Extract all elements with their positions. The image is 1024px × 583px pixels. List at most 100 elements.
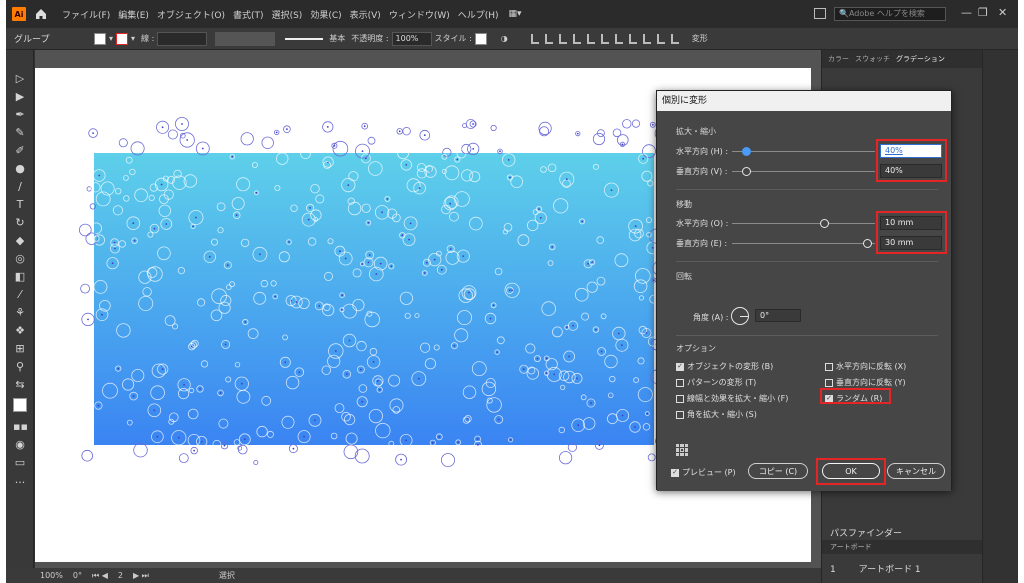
bubble[interactable]: [256, 425, 268, 438]
rotate-tool-icon[interactable]: ↻: [13, 216, 27, 230]
gradient-tool-icon[interactable]: ◧: [13, 270, 27, 284]
bubble[interactable]: [310, 209, 322, 221]
option-scale-strokes[interactable]: 線幅と効果を拡大・縮小 (F): [676, 393, 788, 404]
menu-item[interactable]: 編集(E): [118, 8, 149, 21]
bubble[interactable]: [527, 219, 539, 232]
bubble[interactable]: [637, 387, 653, 403]
maximize-icon[interactable]: ❐: [978, 6, 988, 19]
bubble[interactable]: [465, 119, 476, 130]
bubble[interactable]: [157, 246, 171, 261]
option-transform-objects[interactable]: ✓ オブジェクトの変形 (B): [676, 361, 773, 372]
artboard-number[interactable]: 2: [118, 571, 123, 580]
bubble[interactable]: [374, 378, 383, 387]
bubble[interactable]: [237, 444, 248, 455]
menu-item[interactable]: 書式(T): [233, 8, 264, 21]
bubble[interactable]: [251, 162, 258, 169]
bubble[interactable]: [582, 417, 596, 430]
symbol-sprayer-icon[interactable]: ❖: [13, 324, 27, 338]
bubble[interactable]: [282, 334, 289, 341]
bubble[interactable]: [90, 182, 101, 193]
artboard-nav-icon[interactable]: ⏮ ◀: [92, 571, 108, 581]
bubble[interactable]: [402, 127, 411, 136]
bubble[interactable]: [397, 147, 410, 160]
bubble[interactable]: [231, 196, 245, 210]
move-horizontal-track[interactable]: [732, 223, 875, 224]
bubble[interactable]: [278, 251, 290, 263]
scale-vertical-track[interactable]: [732, 171, 875, 172]
bubble[interactable]: [558, 451, 573, 465]
swap-colors-icon[interactable]: ⇆: [13, 378, 27, 392]
bubble[interactable]: [424, 358, 436, 370]
menu-item[interactable]: ファイル(F): [62, 8, 110, 21]
align-left-icon[interactable]: [530, 33, 539, 44]
bubble[interactable]: [78, 223, 92, 237]
bubble[interactable]: [274, 185, 281, 192]
bubble[interactable]: [454, 328, 469, 343]
bubble[interactable]: [462, 416, 470, 424]
bubble[interactable]: [138, 295, 154, 311]
direct-selection-tool-icon[interactable]: ▶: [13, 90, 27, 104]
bubble[interactable]: [342, 303, 358, 319]
recolor-icon[interactable]: ◑: [501, 34, 508, 43]
bubble[interactable]: [95, 191, 111, 207]
artboard-list-item[interactable]: 1 アートボード 1: [822, 562, 982, 575]
bubble[interactable]: [600, 313, 607, 320]
help-search-input[interactable]: 🔍Adobe ヘルプを検索: [834, 7, 946, 21]
bubble[interactable]: [261, 136, 274, 150]
bubble[interactable]: [552, 326, 563, 338]
bubble[interactable]: [173, 169, 182, 179]
bubble[interactable]: [449, 211, 459, 222]
bubble[interactable]: [133, 443, 148, 458]
zoom-tool-icon[interactable]: ⚲: [13, 360, 27, 374]
bubble[interactable]: [641, 170, 653, 182]
minimize-icon[interactable]: —: [961, 6, 972, 19]
bubble[interactable]: [580, 394, 587, 401]
bubble[interactable]: [433, 344, 440, 351]
rotation-view[interactable]: 0°: [73, 571, 82, 580]
bubble[interactable]: [300, 148, 311, 160]
angle-field[interactable]: 0°: [755, 309, 801, 322]
bubble[interactable]: [348, 171, 359, 182]
bubble[interactable]: [118, 240, 126, 248]
bubble[interactable]: [123, 195, 130, 202]
bubble[interactable]: [114, 187, 122, 195]
bubble[interactable]: [253, 291, 267, 305]
color-mode-icon[interactable]: ▪▪: [13, 420, 28, 434]
bubble[interactable]: [596, 236, 604, 244]
bubble[interactable]: [177, 267, 185, 275]
bubble[interactable]: [638, 295, 645, 301]
bubble[interactable]: [414, 313, 420, 319]
bubble[interactable]: [216, 202, 226, 212]
bubble[interactable]: [129, 168, 136, 176]
bubble[interactable]: [503, 223, 513, 232]
bubble[interactable]: [200, 360, 209, 368]
bubble[interactable]: [358, 384, 368, 393]
bubble[interactable]: [540, 166, 547, 173]
bubble[interactable]: [547, 163, 557, 173]
stroke-dropdown-icon[interactable]: ▾: [131, 34, 135, 43]
bubble[interactable]: [226, 284, 232, 291]
bubble[interactable]: [596, 276, 606, 286]
pencil-tool-icon[interactable]: ∕: [13, 180, 27, 194]
angle-dial-icon[interactable]: [731, 307, 749, 325]
bubble[interactable]: [281, 415, 295, 429]
bubble[interactable]: [178, 453, 189, 464]
bubble[interactable]: [229, 281, 236, 288]
bubble[interactable]: [375, 422, 391, 439]
bubble[interactable]: [456, 310, 472, 326]
option-reflect-x[interactable]: 水平方向に反転 (X): [825, 361, 906, 372]
bubble[interactable]: [307, 237, 317, 246]
distribute-left-icon[interactable]: [656, 33, 665, 44]
home-icon[interactable]: [34, 7, 48, 21]
bubble[interactable]: [367, 136, 376, 145]
scale-vertical-slider[interactable]: [741, 167, 751, 176]
bubble[interactable]: [218, 418, 229, 429]
bubble[interactable]: [622, 119, 632, 129]
bubble[interactable]: [122, 378, 135, 391]
align-center-icon[interactable]: [544, 33, 553, 44]
bubble[interactable]: [642, 144, 656, 159]
bubble[interactable]: [80, 283, 90, 294]
bubble[interactable]: [142, 287, 152, 297]
screen-mode-icon[interactable]: ▭: [13, 456, 27, 470]
distribute-middle-icon[interactable]: [628, 33, 637, 44]
